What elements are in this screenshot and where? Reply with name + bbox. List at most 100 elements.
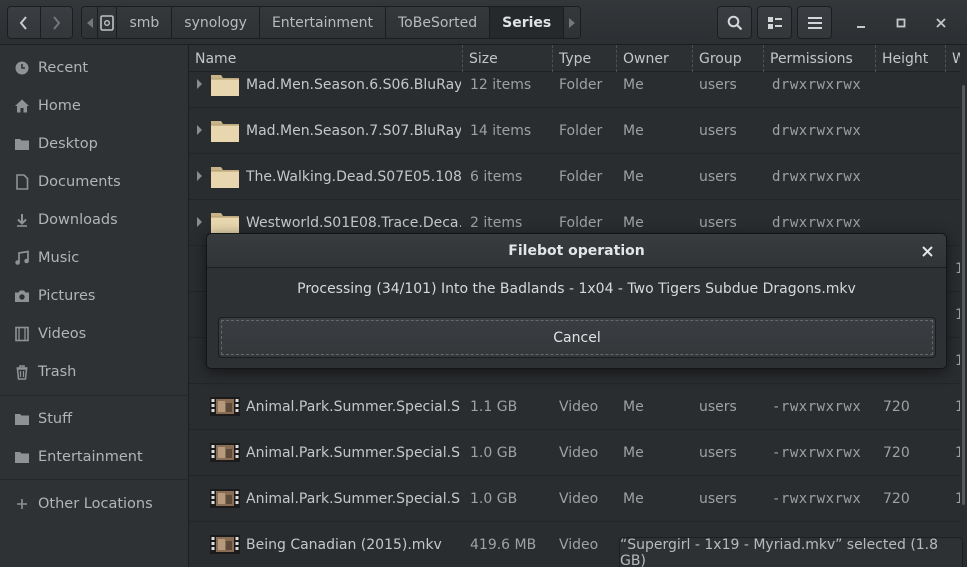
file-type: Video (559, 445, 599, 461)
forward-button[interactable] (39, 7, 72, 38)
folder-row[interactable]: The.Walking.Dead.S07E05.108… 6 items Folde… (189, 154, 967, 200)
folder-row[interactable]: Mad.Men.Season.7.S07.BluRay… 14 items Fold… (189, 108, 967, 154)
expand-arrow-icon[interactable] (197, 125, 202, 135)
sidebar-separator (0, 479, 189, 480)
close-icon (921, 245, 933, 257)
file-name: Animal.Park.Summer.Special.S… (246, 399, 461, 415)
search-icon (727, 15, 742, 30)
folder-icon (14, 449, 30, 465)
sidebar-item-recent[interactable]: Recent (0, 51, 189, 85)
file-owner: Me (623, 77, 644, 93)
file-type: Video (559, 537, 599, 553)
file-size: 12 items (470, 77, 532, 93)
maximize-icon (896, 18, 906, 28)
minimize-button[interactable] (850, 12, 872, 34)
list-view-icon (767, 16, 782, 29)
sidebar-item-label: Stuff (38, 411, 73, 427)
file-perm: -rwxrwxrwx (772, 399, 862, 415)
path-item-entertainment[interactable]: Entertainment (259, 7, 386, 38)
sidebar-item-label: Other Locations (38, 496, 153, 512)
scrollbar-thumb[interactable] (962, 85, 965, 505)
file-type: Video (559, 399, 599, 415)
file-name: Animal.Park.Summer.Special.S… (246, 445, 461, 461)
file-group: users (699, 399, 737, 415)
expand-arrow-icon[interactable] (197, 171, 202, 181)
path-item-synology[interactable]: synology (172, 7, 260, 38)
view-mode-button[interactable] (757, 6, 792, 39)
path-bar: smb synology Entertainment ToBeSorted Se… (81, 6, 581, 39)
expand-arrow-icon[interactable] (197, 79, 202, 89)
file-height: 720 (883, 399, 910, 415)
file-height (883, 154, 943, 200)
sidebar-item-label: Downloads (38, 212, 118, 228)
video-thumbnail-icon (210, 443, 240, 462)
navigation-buttons (7, 6, 73, 39)
sidebar-item-label: Videos (38, 326, 87, 342)
sidebar-item-desktop[interactable]: Desktop (0, 127, 189, 161)
cancel-button[interactable]: Cancel (218, 317, 936, 358)
file-owner: Me (623, 399, 644, 415)
sidebar-item-documents[interactable]: Documents (0, 165, 189, 199)
video-thumbnail-icon (210, 535, 240, 554)
plus-icon (14, 496, 30, 512)
sidebar-item-music[interactable]: Music (0, 241, 189, 275)
path-item-tobesorted[interactable]: ToBeSorted (385, 7, 491, 38)
file-owner: Me (623, 445, 644, 461)
path-scroll-left-button[interactable] (82, 7, 99, 38)
folder-icon (210, 209, 240, 235)
path-item-series[interactable]: Series (490, 7, 565, 38)
path-scroll-right-button[interactable] (564, 7, 580, 38)
file-perm: drwxrwxrwx (772, 123, 862, 139)
file-group: users (699, 123, 737, 139)
sidebar-item-videos[interactable]: Videos (0, 317, 189, 351)
expand-arrow-icon[interactable] (197, 217, 202, 227)
sidebar-item-label: Pictures (38, 288, 96, 304)
file-group: users (699, 445, 737, 461)
sidebar-item-label: Recent (38, 60, 89, 76)
header-bar: smb synology Entertainment ToBeSorted Se… (0, 0, 967, 45)
close-icon (936, 18, 946, 28)
sidebar-item-stuff[interactable]: Stuff (0, 402, 189, 436)
places-sidebar: Recent Home Desktop Documents Downloads … (0, 45, 189, 567)
selection-status: “Supergirl - 1x19 - Myriad.mkv” selected… (619, 537, 963, 567)
maximize-button[interactable] (890, 12, 912, 34)
dialog-message: Processing (34/101) Into the Badlands - … (297, 281, 856, 297)
file-height (883, 62, 943, 108)
file-size: 1.0 GB (470, 491, 518, 507)
sidebar-item-label: Documents (38, 174, 121, 190)
folder-icon (14, 411, 30, 427)
file-row[interactable]: Animal.Park.Summer.Special.S… 1.1 GB Video… (189, 384, 967, 430)
sidebar-item-label: Entertainment (38, 449, 143, 465)
path-root-button[interactable] (98, 7, 118, 38)
sidebar-item-pictures[interactable]: Pictures (0, 279, 189, 313)
file-group: users (699, 491, 737, 507)
sidebar-item-entertainment[interactable]: Entertainment (0, 440, 189, 474)
back-button[interactable] (8, 7, 40, 38)
close-window-button[interactable] (930, 12, 952, 34)
folder-row[interactable]: Mad.Men.Season.6.S06.BluRay… 12 items Fold… (189, 62, 967, 108)
sidebar-item-label: Home (38, 98, 81, 114)
sidebar-item-downloads[interactable]: Downloads (0, 203, 189, 237)
chevron-right-icon (53, 15, 61, 30)
sidebar-item-home[interactable]: Home (0, 89, 189, 123)
file-name: Animal.Park.Summer.Special.S… (246, 491, 461, 507)
dialog-close-button[interactable] (916, 240, 938, 262)
vertical-scrollbar[interactable] (960, 45, 967, 567)
file-perm: -rwxrwxrwx (772, 445, 862, 461)
music-icon (14, 250, 30, 266)
folder-icon (210, 71, 240, 97)
file-row[interactable]: Animal.Park.Summer.Special.S… 1.0 GB Video… (189, 430, 967, 476)
file-name: Mad.Men.Season.6.S06.BluRay… (246, 77, 461, 93)
sidebar-item-other-locations[interactable]: Other Locations (0, 487, 189, 521)
file-type: Folder (559, 169, 603, 185)
search-button[interactable] (717, 6, 752, 39)
menu-button[interactable] (797, 6, 832, 39)
path-item-smb[interactable]: smb (117, 7, 173, 38)
file-size: 1.0 GB (470, 445, 518, 461)
hamburger-menu-icon (807, 16, 822, 29)
sidebar-item-trash[interactable]: Trash (0, 355, 189, 389)
filebot-progress-dialog: Filebot operation Processing (34/101) In… (206, 233, 947, 369)
file-perm: drwxrwxrwx (772, 169, 862, 185)
film-icon (14, 326, 30, 342)
file-row[interactable]: Animal.Park.Summer.Special.S… 1.0 GB Video… (189, 476, 967, 522)
